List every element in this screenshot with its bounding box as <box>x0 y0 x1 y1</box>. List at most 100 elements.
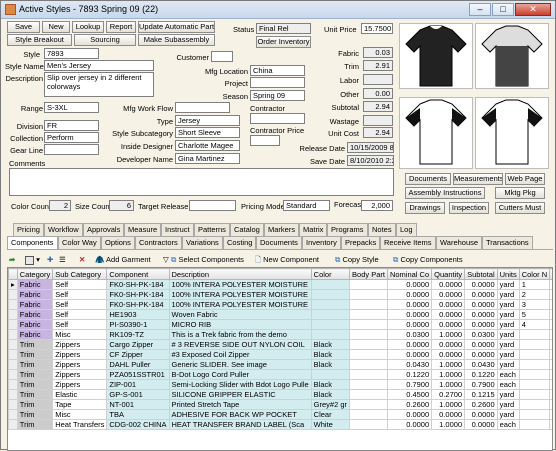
tab-contractors[interactable]: Contractors <box>135 236 182 249</box>
tab-transactions[interactable]: Transactions <box>482 236 533 249</box>
table-cell[interactable]: GP-S-001 <box>106 389 170 400</box>
style-breakout-button[interactable]: Style Breakout <box>7 34 72 46</box>
tab-prepacks[interactable]: Prepacks <box>341 236 381 249</box>
report-button[interactable]: Report <box>106 21 136 33</box>
table-row[interactable]: Fabric Self FK0-SH-PK-184 100% INTERA POLYE… <box>8 299 552 310</box>
comments-field[interactable] <box>9 168 394 196</box>
table-cell[interactable]: yard <box>496 319 520 330</box>
table-cell[interactable] <box>349 419 388 430</box>
table-cell[interactable]: Black <box>310 389 351 400</box>
row-indicator[interactable] <box>8 339 18 350</box>
table-cell[interactable]: each <box>496 369 520 380</box>
table-cell[interactable]: 0.0000 <box>386 299 433 310</box>
row-indicator[interactable] <box>8 389 18 400</box>
table-cell[interactable]: 0.2600 <box>464 399 498 410</box>
table-cell[interactable]: 0.0000 <box>431 319 466 330</box>
table-cell[interactable] <box>518 419 551 430</box>
table-cell[interactable] <box>310 319 351 330</box>
add-garment-button[interactable]: 🧥 Add Garment <box>95 253 151 267</box>
row-indicator[interactable] <box>8 379 18 390</box>
table-cell[interactable] <box>549 369 552 380</box>
table-cell[interactable]: 0.4500 <box>386 389 433 400</box>
tab-markers[interactable]: Markers <box>264 223 300 236</box>
table-cell[interactable]: 0.2700 <box>431 389 466 400</box>
table-cell[interactable]: Misc <box>52 329 108 340</box>
table-cell[interactable]: 0.0000 <box>386 319 433 330</box>
table-cell[interactable]: Zippers <box>52 379 108 390</box>
column-header[interactable]: Color <box>310 268 351 280</box>
minimize-button[interactable]: – <box>469 3 491 16</box>
list-icon[interactable]: ☰ <box>59 253 66 267</box>
collection-field[interactable]: Perform <box>44 132 99 143</box>
unit-price-field[interactable]: 15.7500 <box>361 23 393 34</box>
table-cell[interactable]: yard <box>496 309 520 320</box>
table-cell[interactable] <box>349 339 388 350</box>
copy-components-button[interactable]: ⧉ Copy Components <box>393 253 463 267</box>
table-cell[interactable]: 1.0000 <box>431 369 466 380</box>
row-indicator[interactable] <box>8 299 18 310</box>
table-cell[interactable]: 0.0000 <box>386 279 433 290</box>
save-button[interactable]: Save <box>7 21 40 33</box>
table-cell[interactable]: 1 <box>518 279 551 290</box>
table-cell[interactable] <box>549 389 552 400</box>
inside-designer-field[interactable]: Charlotte Magee <box>175 140 240 151</box>
table-cell[interactable]: Trim <box>16 419 54 430</box>
table-cell[interactable]: 100% INTERA POLYESTER MOISTURE <box>168 279 312 290</box>
mfg-location-field[interactable]: China <box>250 65 305 76</box>
row-indicator[interactable] <box>8 309 18 320</box>
column-header[interactable]: Color N <box>518 268 551 280</box>
table-cell[interactable]: 1.0000 <box>431 419 466 430</box>
table-cell[interactable] <box>349 289 388 300</box>
column-header[interactable]: Nominal Co <box>386 268 433 280</box>
table-cell[interactable]: 0.0000 <box>464 349 498 360</box>
table-cell[interactable]: TBA <box>106 409 170 420</box>
table-row[interactable]: Trim Heat Transfers CDG-002 CHINA HEAT TRAN… <box>8 419 552 430</box>
table-cell[interactable]: 0.1215 <box>464 389 498 400</box>
row-indicator[interactable] <box>8 409 18 420</box>
table-cell[interactable]: 100% INTERA POLYESTER MOISTURE <box>168 289 312 300</box>
table-cell[interactable]: 0.0000 <box>431 279 466 290</box>
tab-warehouse[interactable]: Warehouse <box>436 236 483 249</box>
table-cell[interactable]: PI-S0390-1 <box>106 319 170 330</box>
table-cell[interactable]: 0.0000 <box>386 309 433 320</box>
table-cell[interactable]: Cargo Zipper <box>106 339 170 350</box>
table-cell[interactable]: B-Dot Logo Cord Puller <box>168 369 312 380</box>
table-cell[interactable]: yard <box>496 399 520 410</box>
table-cell[interactable]: 5 <box>518 309 551 320</box>
developer-name-field[interactable]: Gina Martinez <box>175 153 240 164</box>
table-cell[interactable]: FK0-SH-PK-184 <box>106 279 170 290</box>
table-cell[interactable]: Zippers <box>52 359 108 370</box>
up-arrow-icon[interactable]: ➦ <box>9 253 15 267</box>
table-cell[interactable]: FK0-SH-PK-184 <box>106 299 170 310</box>
table-cell[interactable] <box>549 319 552 330</box>
table-cell[interactable]: MICRO RIB <box>168 319 312 330</box>
table-cell[interactable]: Heat Transfers <box>52 419 108 430</box>
table-cell[interactable]: 0.0000 <box>431 299 466 310</box>
customer-field[interactable] <box>211 51 233 62</box>
table-cell[interactable]: Trim <box>16 369 54 380</box>
grid-icon[interactable]: ▾ <box>25 253 40 267</box>
table-cell[interactable]: 0.1220 <box>386 369 433 380</box>
table-cell[interactable] <box>310 279 351 290</box>
project-field[interactable] <box>250 77 305 88</box>
table-cell[interactable]: Fabric <box>16 299 54 310</box>
row-indicator[interactable] <box>8 349 18 360</box>
tab-variations[interactable]: Variations <box>182 236 223 249</box>
table-cell[interactable]: Fabric <box>16 319 54 330</box>
table-row[interactable]: Trim Misc TBA ADHESIVE FOR BACK WP POCKET Cl… <box>8 409 552 420</box>
row-indicator[interactable] <box>8 369 18 380</box>
table-row[interactable]: Trim Zippers ZIP-001 Semi-Locking Slider wi… <box>8 379 552 390</box>
table-cell[interactable]: Self <box>52 289 108 300</box>
type-field[interactable]: Jersey <box>175 115 240 126</box>
mktg-pkg-button[interactable]: Mktg Pkg <box>495 187 545 199</box>
table-cell[interactable] <box>549 289 552 300</box>
cutters-must-button[interactable]: Cutters Must <box>495 202 545 214</box>
tab-workflow[interactable]: Workflow <box>44 223 83 236</box>
table-cell[interactable]: yard <box>496 279 520 290</box>
table-cell[interactable] <box>549 339 552 350</box>
table-cell[interactable]: HE1903 <box>106 309 170 320</box>
table-cell[interactable]: 100% INTERA POLYESTER MOISTURE <box>168 299 312 310</box>
table-cell[interactable]: Fabric <box>16 279 54 290</box>
column-header[interactable]: Description <box>168 268 312 280</box>
row-indicator[interactable] <box>8 359 18 370</box>
